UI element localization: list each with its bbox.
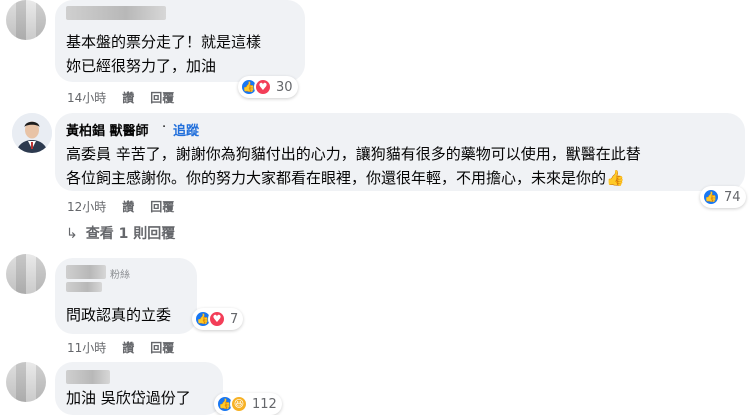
- author-name-redacted[interactable]: [66, 265, 106, 279]
- author-name-redacted[interactable]: [66, 6, 166, 20]
- like-button[interactable]: 讚: [122, 91, 134, 105]
- reaction-count: 74: [724, 189, 741, 205]
- comment-author[interactable]: 黃柏錩 獸醫師: [66, 120, 149, 139]
- reaction-summary[interactable]: 👍 ♥ 7: [192, 308, 244, 330]
- avatar[interactable]: [6, 254, 46, 294]
- avatar[interactable]: [12, 113, 52, 153]
- avatar[interactable]: [6, 0, 46, 40]
- fan-badge: 粉絲: [110, 270, 130, 281]
- view-replies-label: 查看 1 則回覆: [85, 226, 176, 242]
- reaction-summary[interactable]: 👍 ♥ 30: [238, 76, 298, 98]
- reply-button[interactable]: 回覆: [150, 91, 174, 105]
- comment-text-line: 高委員 辛苦了，謝謝你為狗貓付出的心力，讓狗貓有很多的藥物可以使用，獸醫在此替: [66, 145, 641, 163]
- person-avatar-icon: [12, 113, 52, 153]
- comment-meta: 14小時 讚 回覆: [67, 89, 190, 106]
- like-icon: 👍: [702, 188, 720, 206]
- follow-button[interactable]: 追蹤: [173, 120, 199, 139]
- reaction-count: 112: [252, 396, 277, 412]
- comment-text-line: 基本盤的票分走了！就是這樣: [66, 33, 262, 51]
- separator-dot: ·: [162, 120, 167, 135]
- comment-text-line: 問政認真的立委: [66, 306, 172, 324]
- love-icon: ♥: [254, 78, 272, 96]
- thumbs-up-emoji: 👍: [606, 169, 625, 187]
- comment-text-content: 各位飼主感謝你。你的努力大家都看在眼裡，你還很年輕，不用擔心，未來是你的: [66, 169, 607, 187]
- like-button[interactable]: 讚: [122, 341, 134, 355]
- reaction-count: 30: [276, 79, 293, 95]
- view-replies-link[interactable]: ↳ 查看 1 則回覆: [66, 223, 175, 243]
- reply-button[interactable]: 回覆: [150, 200, 174, 214]
- comment-meta: 11小時 讚 回覆: [67, 339, 190, 356]
- author-name-redacted: [66, 282, 102, 292]
- reaction-summary[interactable]: 👍 😆 112: [214, 393, 282, 415]
- like-button[interactable]: 讚: [122, 200, 134, 214]
- comment-text-line: 加油 吳欣岱過份了: [66, 389, 191, 407]
- comment-meta: 12小時 讚 回覆: [67, 198, 190, 215]
- timestamp[interactable]: 14小時: [67, 91, 106, 105]
- reaction-count: 7: [230, 311, 239, 327]
- comment-text-line: 各位飼主感謝你。你的努力大家都看在眼裡，你還很年輕，不用擔心，未來是你的👍: [66, 166, 625, 190]
- avatar[interactable]: [6, 362, 46, 402]
- reply-button[interactable]: 回覆: [150, 341, 174, 355]
- love-icon: ♥: [208, 310, 226, 328]
- reply-arrow-icon: ↳: [66, 226, 78, 242]
- haha-icon: 😆: [230, 395, 248, 413]
- comment-text-line: 妳已經很努力了，加油: [66, 57, 217, 75]
- reaction-summary[interactable]: 👍 74: [700, 186, 746, 208]
- timestamp[interactable]: 12小時: [67, 200, 106, 214]
- timestamp[interactable]: 11小時: [67, 341, 106, 355]
- author-name-redacted[interactable]: [66, 370, 110, 384]
